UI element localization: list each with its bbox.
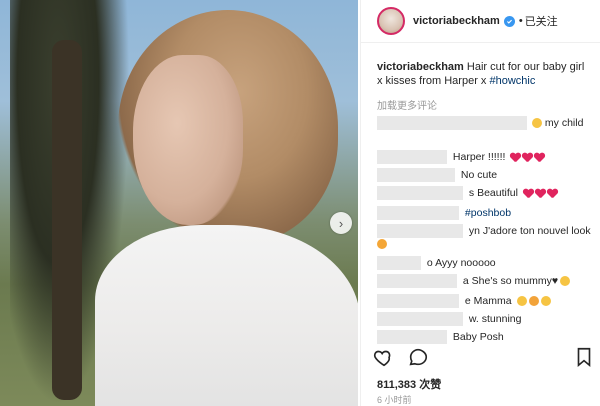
heart-emoji-icon	[510, 153, 520, 162]
post-actions	[373, 346, 593, 370]
heart-emoji-icon	[547, 189, 557, 198]
caption-hashtag[interactable]: #howchic	[489, 75, 535, 87]
comment-text: Baby Posh	[452, 330, 504, 343]
heart-emoji-icon	[535, 189, 545, 198]
chevron-right-icon: ›	[338, 215, 344, 231]
likes-label: 次赞	[419, 379, 442, 391]
blurred-username	[377, 330, 447, 344]
comment-text: my child	[544, 116, 584, 129]
likes-count: 811,383 次赞	[377, 376, 441, 392]
instagram-post-screenshot: › victoriabeckham • 已关注 victoriabeckham …	[0, 0, 600, 406]
comment-text: s Beautiful	[468, 186, 518, 199]
bookmark-icon[interactable]	[573, 346, 595, 368]
avatar[interactable]	[377, 7, 405, 35]
heart-outline-icon[interactable]	[373, 346, 395, 368]
comment-6: yn J'adore ton nouvel look	[377, 224, 591, 238]
likes-number: 811,383	[377, 379, 417, 391]
heart-emoji-icon	[522, 153, 532, 162]
comment-text: No cute	[460, 168, 498, 181]
comment-hashtag[interactable]: #poshbob	[465, 207, 511, 219]
emoji-icon	[532, 118, 542, 128]
blurred-username	[377, 206, 459, 220]
post-photo[interactable]: ›	[0, 0, 358, 406]
carousel-next-button[interactable]: ›	[330, 212, 352, 234]
follow-status-button[interactable]: 已关注	[525, 13, 558, 29]
comment-2: Harper !!!!!!	[377, 150, 591, 164]
photo-tree-trunk	[52, 40, 82, 400]
load-more-comments-link[interactable]: 加载更多评论	[377, 97, 437, 112]
comment-5: #poshbob	[377, 206, 591, 220]
comment-text: e Mamma	[464, 294, 512, 307]
blurred-username	[377, 274, 457, 288]
separator-dot: •	[518, 15, 523, 27]
blurred-username	[377, 168, 455, 182]
emoji-icon	[560, 276, 571, 286]
comment-1: my child	[377, 116, 591, 130]
blurred-username	[377, 224, 463, 238]
photo-shirt	[95, 225, 358, 406]
blurred-username	[377, 312, 463, 326]
header-username[interactable]: victoriabeckham	[413, 15, 500, 27]
emoji-icon	[516, 296, 527, 306]
comment-10: w. stunning	[377, 312, 591, 326]
comment-bubble-icon[interactable]	[407, 346, 429, 368]
heart-emoji-icon	[534, 153, 544, 162]
blurred-username	[377, 116, 527, 130]
comment-8: a She's so mummy♥	[377, 274, 591, 288]
comment-6-emoji	[377, 238, 591, 251]
comment-text: Harper !!!!!!	[452, 150, 506, 163]
comment-text: w. stunning	[468, 312, 522, 325]
emoji-icon	[540, 296, 551, 306]
comment-text: a She's so mummy♥	[462, 274, 559, 287]
post-header: victoriabeckham • 已关注	[361, 0, 600, 43]
comment-4: s Beautiful	[377, 186, 591, 200]
comment-9: e Mamma	[377, 294, 591, 308]
photo-face	[133, 55, 243, 225]
verified-badge-icon	[503, 15, 515, 27]
comment-3: No cute	[377, 168, 591, 182]
comment-11: Baby Posh	[377, 330, 591, 344]
comment-text: yn J'adore ton nouvel look	[468, 224, 591, 237]
comment-text: o Ayyy nooooo	[426, 256, 496, 269]
comment-7: o Ayyy nooooo	[377, 256, 591, 270]
blurred-username	[377, 294, 459, 308]
post-sidebar: victoriabeckham • 已关注 victoriabeckham Ha…	[360, 0, 600, 406]
caption-username[interactable]: victoriabeckham	[377, 61, 464, 73]
blurred-username	[377, 186, 463, 200]
blurred-username	[377, 256, 421, 270]
emoji-icon	[528, 296, 539, 306]
post-caption: victoriabeckham Hair cut for our baby gi…	[377, 60, 591, 88]
emoji-icon	[377, 239, 387, 250]
blurred-username	[377, 150, 447, 164]
post-timestamp: 6 小时前	[377, 395, 412, 405]
heart-emoji-icon	[523, 189, 533, 198]
